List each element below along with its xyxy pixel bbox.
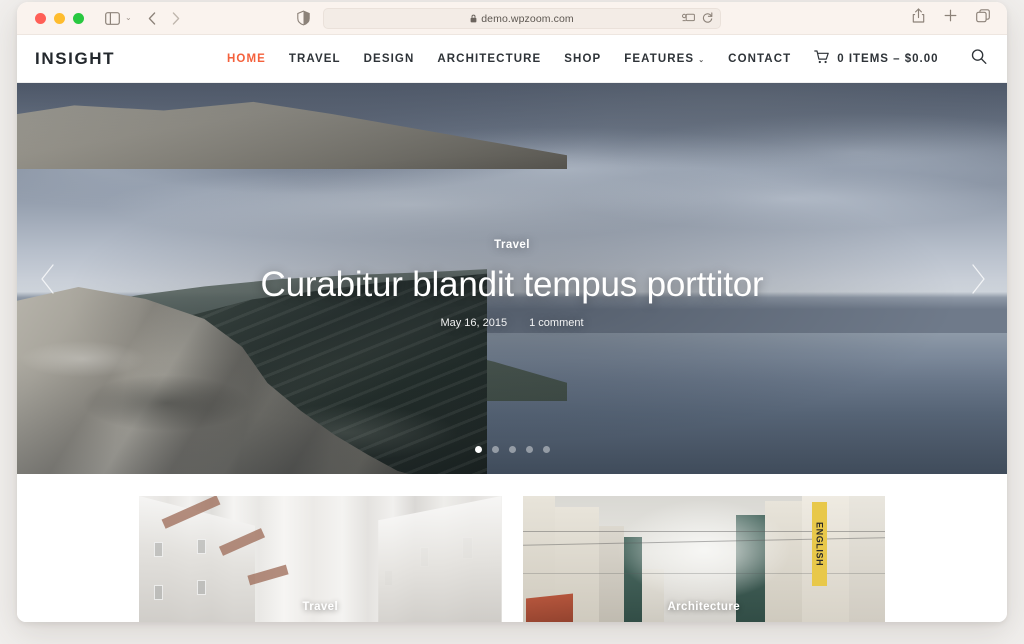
- privacy-shield-icon[interactable]: [297, 10, 310, 26]
- nav-item-contact[interactable]: CONTACT: [728, 53, 791, 65]
- browser-window: ⌄ demo.wpzoom.com INSIGHT HOME TRAVEL DE…: [17, 2, 1007, 622]
- address-bar-actions: [682, 10, 713, 28]
- close-window-button[interactable]: [35, 12, 46, 24]
- nav-label-travel: TRAVEL: [288, 52, 341, 65]
- site-logo[interactable]: INSIGHT: [35, 49, 115, 69]
- nav-label-contact: CONTACT: [728, 52, 792, 65]
- slider-prev-arrow[interactable]: [31, 253, 65, 305]
- url-text: demo.wpzoom.com: [481, 12, 574, 25]
- back-button[interactable]: [148, 11, 156, 25]
- slider-dot-3[interactable]: [508, 446, 516, 453]
- slider-dot-4[interactable]: [525, 446, 533, 453]
- search-icon[interactable]: [971, 48, 987, 69]
- nav-label-home: HOME: [227, 52, 266, 65]
- hero-comment-count[interactable]: 1 comment: [529, 317, 583, 329]
- browser-toolbar: ⌄ demo.wpzoom.com: [17, 2, 1007, 35]
- tabs-overview-icon[interactable]: [976, 8, 990, 28]
- toolbar-right-actions: [912, 8, 990, 28]
- street-sign: ENGLISH: [812, 502, 827, 586]
- site-header: INSIGHT HOME TRAVEL DESIGN ARCHITECTURE …: [17, 35, 1007, 83]
- nav-label-features: FEATURES: [624, 52, 695, 65]
- nav-item-home[interactable]: HOME: [227, 53, 266, 65]
- street-sign-text: ENGLISH: [814, 521, 825, 567]
- slider-dots: [17, 446, 1007, 453]
- slider-dot-5[interactable]: [542, 446, 550, 453]
- post-category-travel[interactable]: Travel: [139, 601, 502, 613]
- hero-category-link[interactable]: Travel: [494, 239, 530, 251]
- nav-item-features[interactable]: FEATURES ⌄: [624, 53, 705, 65]
- minimize-window-button[interactable]: [54, 12, 65, 24]
- reload-icon[interactable]: [702, 10, 713, 28]
- nav-label-shop: SHOP: [564, 52, 602, 65]
- window-traffic-lights: [35, 12, 84, 24]
- cart-link[interactable]: 0 ITEMS – $0.00: [814, 50, 938, 67]
- hero-title[interactable]: Curabitur blandit tempus porttitor: [17, 264, 1007, 305]
- shopping-cart-icon: [814, 50, 830, 67]
- post-category-architecture[interactable]: Architecture: [523, 601, 886, 613]
- main-navigation: HOME TRAVEL DESIGN ARCHITECTURE SHOP FEA…: [227, 50, 939, 67]
- nav-item-shop[interactable]: SHOP: [564, 53, 601, 65]
- post-card-travel[interactable]: Travel: [139, 496, 502, 622]
- hero-slider[interactable]: Travel Curabitur blandit tempus porttito…: [17, 83, 1007, 474]
- hero-date: May 16, 2015: [440, 317, 508, 330]
- nav-item-travel[interactable]: TRAVEL: [289, 53, 341, 65]
- nav-label-architecture: ARCHITECTURE: [437, 52, 542, 65]
- zoom-window-button[interactable]: [73, 12, 84, 24]
- hero-caption: Travel Curabitur blandit tempus porttito…: [17, 235, 1007, 329]
- nav-item-architecture[interactable]: ARCHITECTURE: [437, 53, 541, 65]
- post-card-architecture[interactable]: ENGLISH Architecture: [522, 496, 886, 622]
- cart-label: 0 ITEMS – $0.00: [837, 52, 939, 65]
- nav-label-design: DESIGN: [363, 52, 415, 65]
- sidebar-icon[interactable]: [105, 11, 120, 25]
- post-grid: Travel ENGLISH Architecture: [17, 474, 1007, 622]
- nav-item-design[interactable]: DESIGN: [364, 53, 415, 65]
- slider-dot-1[interactable]: [474, 446, 482, 453]
- plus-icon[interactable]: [944, 9, 957, 27]
- slider-next-arrow[interactable]: [961, 253, 995, 305]
- chevron-down-icon: ⌄: [698, 56, 706, 64]
- lock-icon: [470, 14, 477, 23]
- address-bar[interactable]: demo.wpzoom.com: [323, 8, 721, 29]
- hero-meta: May 16, 2015 1 comment: [17, 317, 1007, 329]
- extensions-icon[interactable]: [682, 10, 695, 28]
- slider-dot-2[interactable]: [491, 446, 499, 453]
- forward-button[interactable]: [172, 11, 180, 25]
- url-text-wrapper: demo.wpzoom.com: [470, 13, 574, 25]
- chevron-down-icon[interactable]: ⌄: [125, 14, 132, 22]
- share-icon[interactable]: [912, 8, 925, 28]
